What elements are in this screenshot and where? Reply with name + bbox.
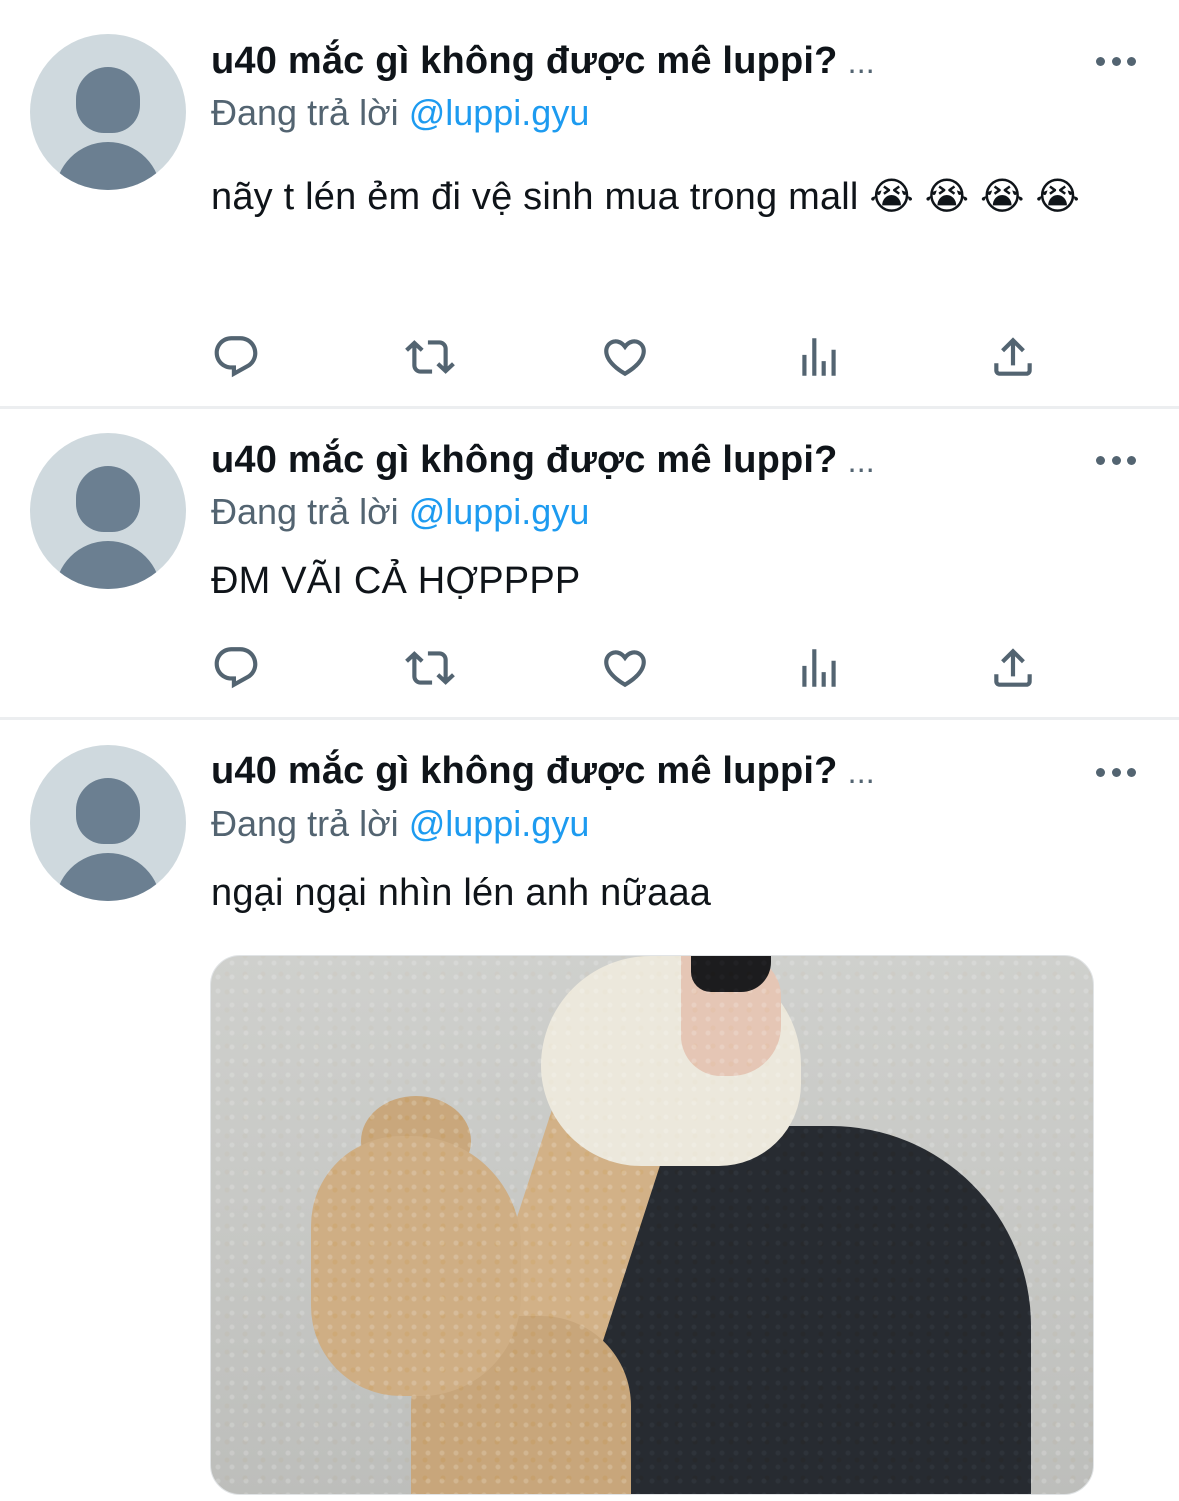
retweet-icon[interactable] bbox=[405, 332, 455, 382]
like-icon[interactable] bbox=[600, 643, 650, 693]
analytics-icon[interactable] bbox=[794, 643, 844, 693]
reply-handle-link[interactable]: @luppi.gyu bbox=[409, 491, 590, 532]
avatar-body bbox=[55, 142, 161, 190]
author-name-text: u40 mắc gì không được mê luppi? bbox=[211, 750, 838, 792]
tweet-text: ngại ngại nhìn lén anh nữaaa bbox=[211, 872, 712, 914]
avatar-head bbox=[76, 778, 140, 844]
analytics-icon[interactable] bbox=[794, 332, 844, 382]
more-options-icon[interactable] bbox=[1096, 454, 1136, 466]
reply-handle-link[interactable]: @luppi.gyu bbox=[409, 803, 590, 844]
avatar[interactable] bbox=[30, 34, 186, 190]
reply-context: Đang trả lời @luppi.gyu bbox=[211, 803, 589, 845]
tweet[interactable]: u40 mắc gì không được mê luppi?... Đang … bbox=[0, 409, 1179, 717]
retweet-icon[interactable] bbox=[405, 643, 455, 693]
reply-prefix: Đang trả lời bbox=[211, 491, 399, 532]
reply-context: Đang trả lời @luppi.gyu bbox=[211, 491, 589, 533]
photo-texture bbox=[211, 956, 1093, 1494]
name-ellipsis: ... bbox=[847, 443, 875, 479]
tweet-text: ĐM VÃI CẢ HỢPPPP bbox=[211, 560, 581, 602]
name-ellipsis: ... bbox=[847, 44, 875, 80]
share-icon[interactable] bbox=[988, 332, 1038, 382]
share-icon[interactable] bbox=[988, 643, 1038, 693]
author-name[interactable]: u40 mắc gì không được mê luppi?... bbox=[211, 439, 875, 482]
author-name-text: u40 mắc gì không được mê luppi? bbox=[211, 439, 838, 481]
avatar[interactable] bbox=[30, 433, 186, 589]
more-options-icon[interactable] bbox=[1096, 55, 1136, 67]
tweet-text: nãy t lén ẻm đi vệ sinh mua trong mall 😭… bbox=[211, 176, 1081, 218]
reply-icon[interactable] bbox=[211, 643, 261, 693]
avatar-head bbox=[76, 466, 140, 532]
avatar[interactable] bbox=[30, 745, 186, 901]
avatar-body bbox=[55, 853, 161, 901]
reply-prefix: Đang trả lời bbox=[211, 803, 399, 844]
author-name[interactable]: u40 mắc gì không được mê luppi?... bbox=[211, 750, 875, 793]
reply-handle-link[interactable]: @luppi.gyu bbox=[409, 92, 590, 133]
author-name[interactable]: u40 mắc gì không được mê luppi?... bbox=[211, 40, 875, 83]
tweet-media-photo[interactable] bbox=[210, 955, 1094, 1495]
more-options-icon[interactable] bbox=[1096, 766, 1136, 778]
name-ellipsis: ... bbox=[847, 754, 875, 790]
reply-prefix: Đang trả lời bbox=[211, 92, 399, 133]
reply-icon[interactable] bbox=[211, 332, 261, 382]
author-name-text: u40 mắc gì không được mê luppi? bbox=[211, 40, 838, 82]
avatar-body bbox=[55, 541, 161, 589]
action-bar bbox=[211, 332, 1051, 382]
action-bar bbox=[211, 643, 1051, 693]
like-icon[interactable] bbox=[600, 332, 650, 382]
avatar-head bbox=[76, 67, 140, 133]
tweet[interactable]: u40 mắc gì không được mê luppi?... Đang … bbox=[0, 0, 1179, 406]
reply-context: Đang trả lời @luppi.gyu bbox=[211, 92, 589, 134]
